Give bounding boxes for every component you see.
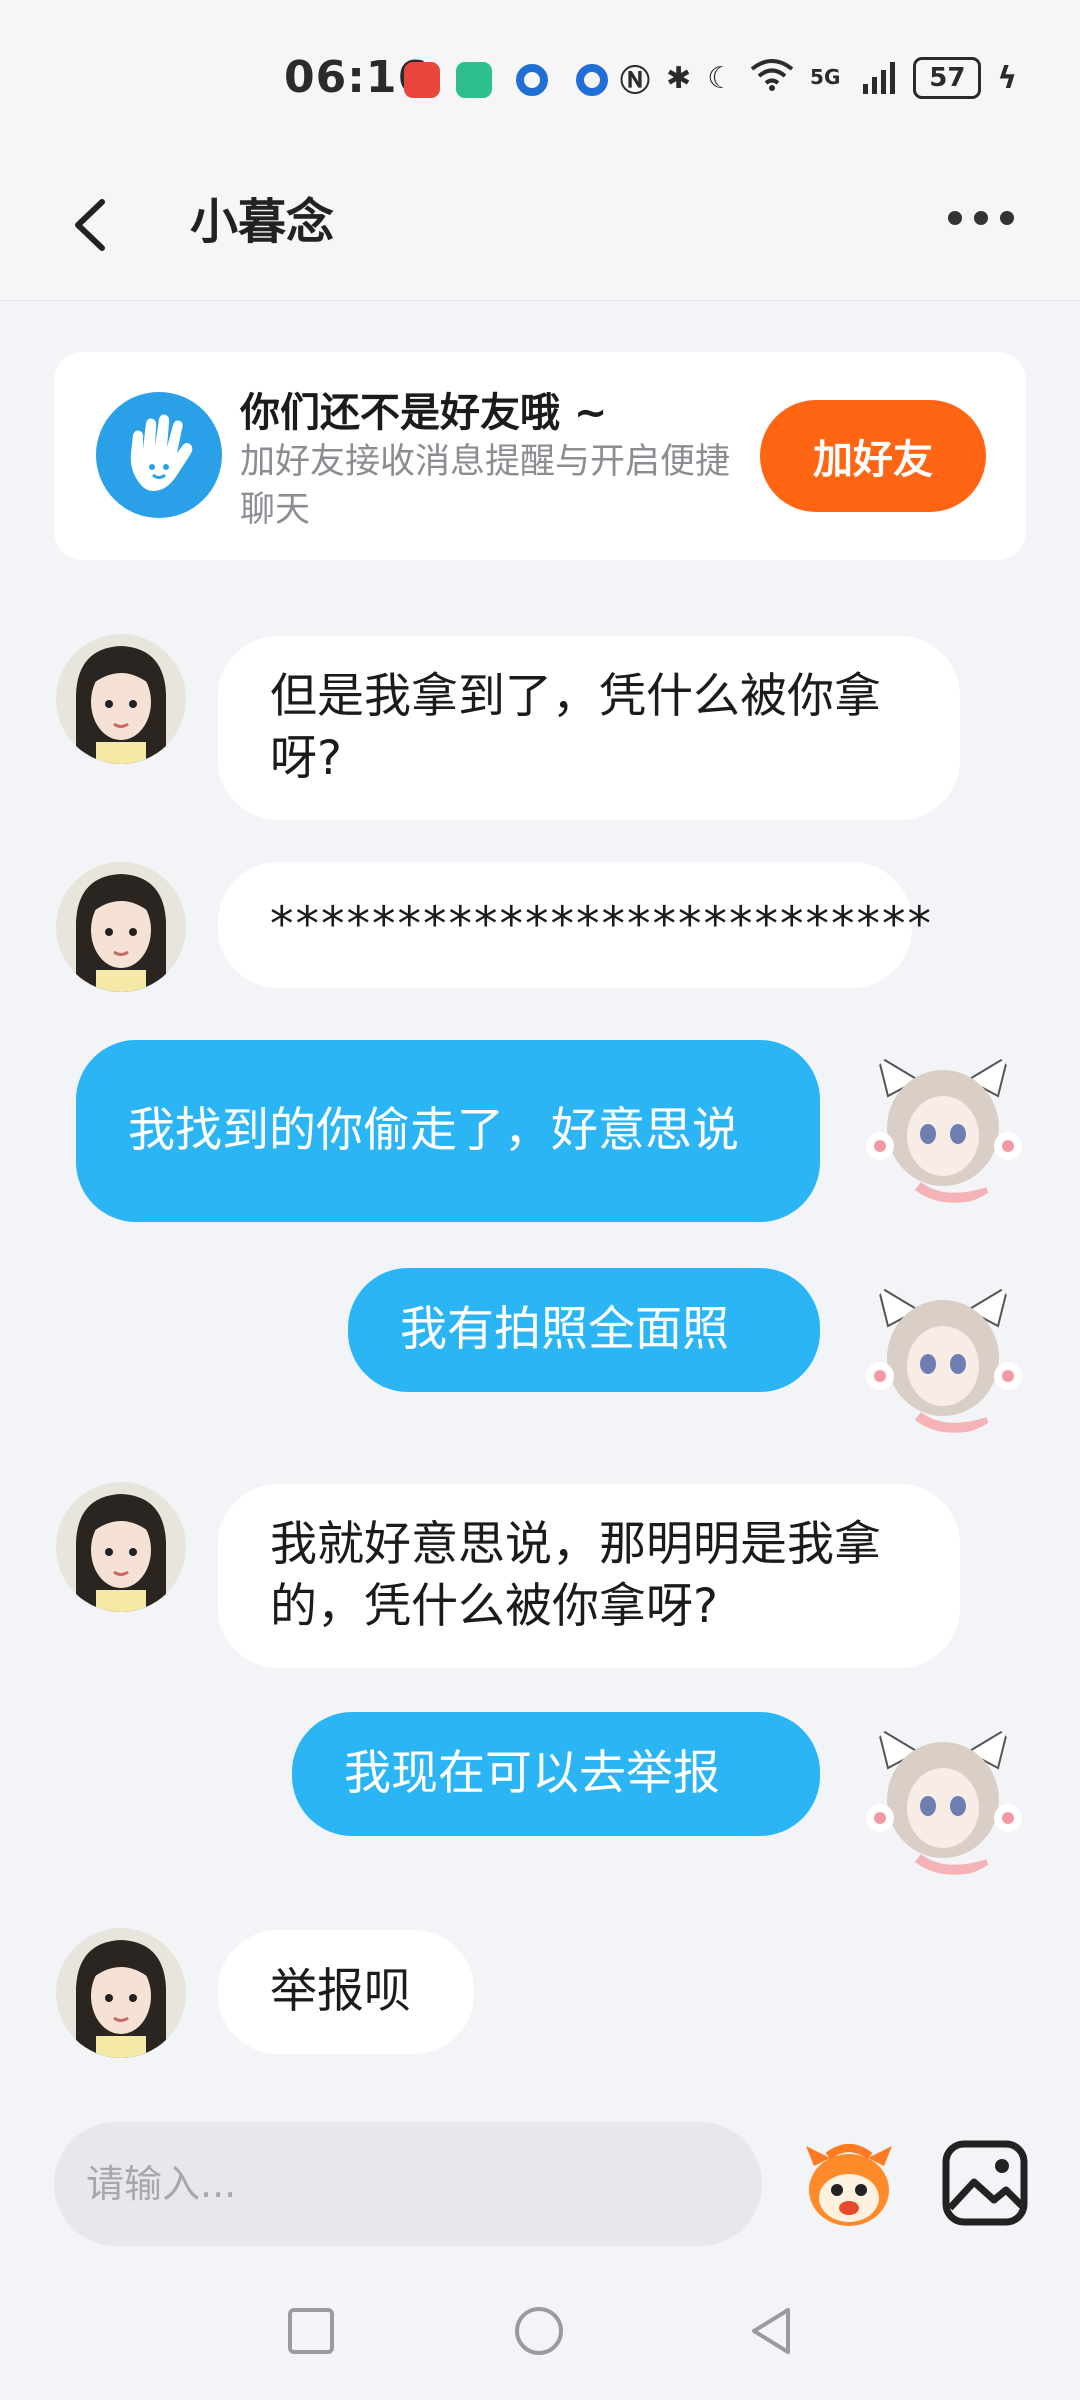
- message-bubble-outgoing[interactable]: 我有拍照全面照: [348, 1268, 820, 1392]
- nfc-icon: Ⓝ: [620, 64, 650, 99]
- message-composer: [0, 2080, 1080, 2260]
- message-input[interactable]: [54, 2122, 762, 2246]
- system-nav-bar: [0, 2260, 1080, 2400]
- wifi-icon: [750, 57, 794, 99]
- more-options-button[interactable]: [948, 210, 1028, 240]
- circle-notification-icon: [576, 64, 608, 96]
- app-notification-icon: [404, 62, 440, 98]
- my-avatar[interactable]: [858, 1266, 1028, 1436]
- more-horizontal-icon: [948, 210, 1026, 229]
- friend-prompt-title: 你们还不是好友哦 ~: [240, 390, 608, 436]
- add-friend-button[interactable]: 加好友: [760, 400, 986, 512]
- chat-header: 小暮念: [0, 150, 1080, 301]
- status-bar: 06:16 Ⓝ ✱ ☾ 5G 57 ϟ: [0, 0, 1080, 150]
- mascot-emoji-icon: [806, 2144, 892, 2226]
- system-indicators: Ⓝ ✱ ☾ 5G 57 ϟ: [620, 56, 1033, 100]
- home-button[interactable]: [512, 2304, 566, 2358]
- moon-icon: ☾: [707, 60, 735, 96]
- message-bubble-incoming[interactable]: 我就好意思说，那明明是我拿的，凭什么被你拿呀?: [218, 1484, 960, 1668]
- contact-avatar[interactable]: [56, 862, 186, 992]
- charging-icon: ϟ: [997, 60, 1018, 96]
- message-bubble-outgoing[interactable]: 我找到的你偷走了，好意思说: [76, 1040, 820, 1222]
- bluetooth-icon: ✱: [666, 60, 692, 96]
- contact-avatar[interactable]: [56, 1928, 186, 2058]
- wave-hand-icon: [96, 392, 222, 518]
- circle-notification-icon: [516, 64, 548, 96]
- contact-avatar[interactable]: [56, 634, 186, 764]
- my-avatar[interactable]: [858, 1708, 1028, 1878]
- notification-icons: [404, 58, 628, 102]
- message-bubble-incoming[interactable]: 但是我拿到了，凭什么被你拿呀?: [218, 636, 960, 820]
- message-bubble-outgoing[interactable]: 我现在可以去举报: [292, 1712, 820, 1836]
- add-friend-card: 你们还不是好友哦 ~ 加好友接收消息提醒与开启便捷聊天 加好友: [54, 352, 1026, 560]
- chat-title: 小暮念: [190, 194, 335, 250]
- shield-notification-icon: [456, 62, 492, 98]
- my-avatar[interactable]: [858, 1036, 1028, 1206]
- friend-prompt-subtitle: 加好友接收消息提醒与开启便捷聊天: [240, 442, 731, 530]
- image-picker-button[interactable]: [940, 2138, 1030, 2228]
- signal-icon: 5G: [810, 62, 897, 94]
- contact-avatar[interactable]: [56, 1482, 186, 1612]
- message-bubble-incoming[interactable]: **************************: [218, 862, 931, 988]
- signal-label: 5G: [810, 64, 841, 89]
- triangle-back-icon: [752, 2308, 790, 2354]
- chevron-left-icon: [75, 199, 105, 251]
- battery-indicator: 57: [913, 57, 982, 99]
- circle-icon: [515, 2307, 563, 2355]
- back-nav-button[interactable]: [744, 2304, 798, 2358]
- back-button[interactable]: [62, 190, 122, 260]
- recents-button[interactable]: [284, 2304, 338, 2358]
- square-icon: [288, 2308, 334, 2354]
- emoji-button[interactable]: [800, 2136, 898, 2234]
- message-bubble-incoming[interactable]: 举报呗: [218, 1930, 474, 2054]
- image-icon: [942, 2140, 1028, 2226]
